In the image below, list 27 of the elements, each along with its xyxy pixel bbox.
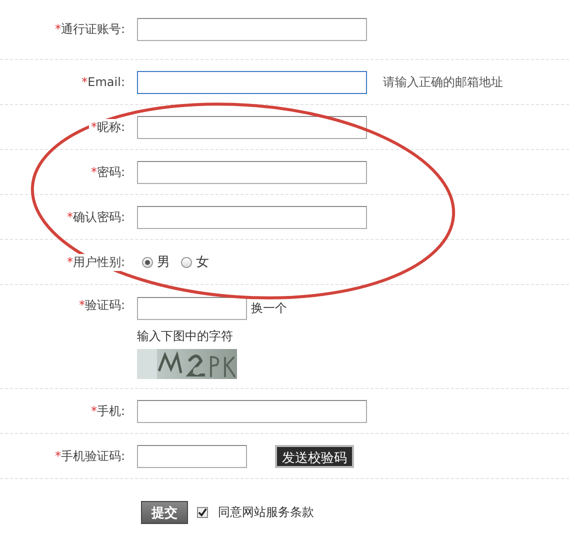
field-label: *通行证账号: <box>52 21 127 38</box>
captcha-hint: 输入下图中的字符 <box>137 328 234 345</box>
send-code-button[interactable]: 发送校验码 <box>275 444 354 468</box>
field-label: *用户性别: <box>64 254 127 270</box>
option-label: 女 <box>196 254 209 271</box>
field-label: *Email: <box>80 75 127 89</box>
input-field[interactable] <box>137 206 367 228</box>
input-field[interactable] <box>137 297 247 320</box>
field-label: *手机: <box>88 402 127 420</box>
field-label: *确认密码: <box>64 208 127 226</box>
input-field[interactable] <box>137 160 367 184</box>
field-label: *密码: <box>88 164 127 180</box>
option-label: 男 <box>157 254 170 271</box>
input-field[interactable] <box>137 70 367 94</box>
field-label: *手机验证码: <box>52 448 127 464</box>
checkbox[interactable] <box>197 507 208 518</box>
radio-button[interactable] <box>181 256 192 268</box>
refresh-link[interactable]: 换一个 <box>251 300 287 317</box>
submit-button[interactable]: 提交 <box>141 501 188 524</box>
agreement-label: 同意网站服务条款 <box>218 504 314 521</box>
field-label: *昵称: <box>88 118 127 136</box>
input-field[interactable] <box>137 116 367 138</box>
hint-text: 请输入正确的邮箱地址 <box>383 74 503 90</box>
radio-button[interactable] <box>142 256 153 268</box>
input-field[interactable] <box>137 444 247 468</box>
input-field[interactable] <box>137 400 367 422</box>
input-field[interactable] <box>137 18 367 41</box>
